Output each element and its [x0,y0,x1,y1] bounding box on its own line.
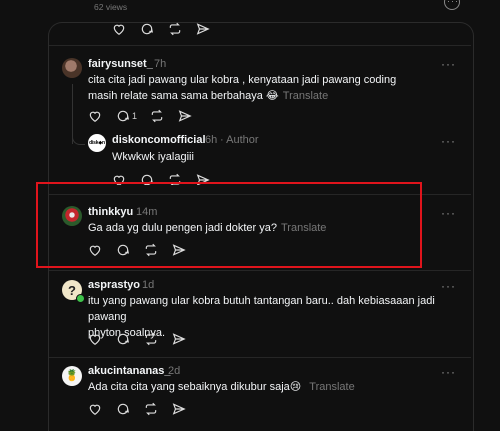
heart-icon[interactable] [88,109,102,123]
more-icon[interactable]: ··· [441,207,456,219]
action-row: 1 [88,109,198,125]
question-mark-icon: ? [68,282,76,298]
comment-icon[interactable] [116,109,130,123]
timestamp: 1d [142,279,155,291]
timestamp: 7h [154,58,167,70]
avatar[interactable] [62,58,82,78]
thread-connector [72,132,85,145]
username[interactable]: akucintananas_ [88,365,171,377]
comment-text: Wkwkwk iyalagiii [112,151,194,163]
view-count: 62 views [94,2,128,12]
comment-text: Ada cita cita yang sebaiknya dikubur saj… [88,381,355,393]
timestamp: 2d [168,365,181,377]
comment-icon[interactable] [140,22,154,36]
comment-text: cita cita jadi pawang ular kobra , kenya… [88,74,397,102]
avatar[interactable]: disk◆n [88,134,106,152]
repost-icon[interactable] [168,22,182,36]
avatar[interactable]: 🍍 [62,366,82,386]
action-row [88,402,198,418]
pineapple-icon: 🍍 [65,369,79,382]
more-icon[interactable]: ··· [441,135,456,147]
send-icon[interactable] [172,332,186,346]
comment-icon[interactable] [116,402,130,416]
timestamp: 6h [205,134,218,146]
action-row [112,22,222,38]
more-icon: ··· [447,0,459,6]
online-status-dot [76,294,85,303]
username[interactable]: diskoncomofficial [112,134,206,146]
more-icon[interactable]: ··· [441,280,456,292]
action-row [88,332,198,348]
heart-icon[interactable] [112,22,126,36]
username[interactable]: asprastyo [88,279,140,291]
send-icon[interactable] [196,22,210,36]
username[interactable]: fairysunset_ [88,58,153,70]
author-label: · Author [220,134,259,146]
send-icon[interactable] [178,109,192,123]
more-icon[interactable]: ··· [441,58,456,70]
send-icon[interactable] [172,402,186,416]
repost-icon[interactable] [144,402,158,416]
translate-link[interactable]: Translate [283,90,328,102]
comment-icon[interactable] [116,332,130,346]
brand-logo-icon: disk◆n [89,140,105,146]
reply-count: 1 [132,111,138,121]
highlight-box [36,182,422,268]
translate-link[interactable]: Translate [309,381,354,393]
heart-icon[interactable] [88,402,102,416]
repost-icon[interactable] [150,109,164,123]
heart-icon[interactable] [88,332,102,346]
more-icon[interactable]: ··· [441,366,456,378]
repost-icon[interactable] [144,332,158,346]
top-options-button[interactable]: ··· [444,0,460,10]
